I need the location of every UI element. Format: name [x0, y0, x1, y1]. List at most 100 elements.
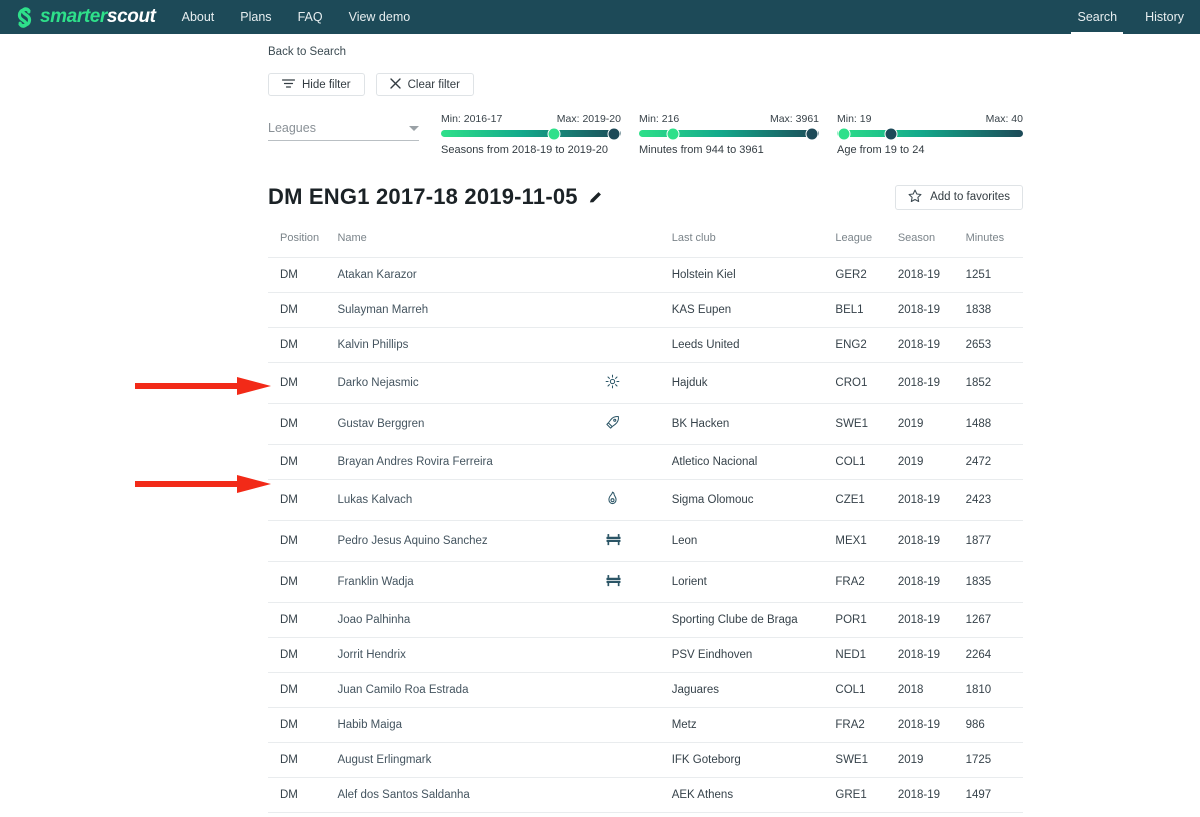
minutes-slider-lower-handle[interactable]: [666, 127, 680, 140]
cell-player-name[interactable]: Lukas Kalvach: [337, 479, 605, 521]
table-row[interactable]: DM Darko Nejasmic Hajduk CRO1 2018-19 1852: [268, 362, 1023, 404]
cell-player-name[interactable]: Brayan Andres Rovira Ferreira: [337, 444, 605, 480]
players-table: Position Name Last club League Season Mi…: [268, 232, 1023, 817]
cell-league: FRA2: [835, 561, 898, 603]
minutes-slider-track[interactable]: [639, 127, 819, 140]
add-to-favorites-button[interactable]: Add to favorites: [895, 184, 1023, 210]
cell-last-club: BK Hacken: [671, 403, 836, 445]
cell-league: NED1: [835, 637, 898, 673]
cell-minutes: 2423: [965, 479, 1023, 521]
cell-player-name[interactable]: Pablo Paulino Rosario: [337, 812, 605, 817]
cell-status-icon: [604, 292, 672, 328]
clear-filter-button[interactable]: Clear filter: [375, 73, 474, 96]
cell-season: 2018: [897, 672, 966, 708]
cell-season: 2018-19: [897, 637, 966, 673]
nav-item-history[interactable]: History: [1145, 0, 1184, 34]
column-header-minutes[interactable]: Minutes: [965, 232, 1023, 258]
nav-item-plans[interactable]: Plans: [240, 10, 271, 24]
players-table-head: Position Name Last club League Season Mi…: [268, 232, 1023, 258]
table-row[interactable]: DM Brayan Andres Rovira Ferreira Atletico …: [268, 444, 1023, 480]
cell-minutes: 1810: [965, 672, 1023, 708]
cell-player-name[interactable]: Pedro Jesus Aquino Sanchez: [337, 520, 605, 562]
brand-logo[interactable]: smarterscout: [12, 5, 156, 30]
minutes-slider-bounds: Min: 216 Max: 3961: [639, 113, 819, 125]
seasons-slider-upper-handle[interactable]: [607, 127, 621, 140]
cell-league: COL1: [835, 444, 898, 480]
cell-status-icon: [604, 257, 672, 293]
filter-lines-icon: [281, 78, 296, 92]
cell-player-name[interactable]: Atakan Karazor: [337, 257, 605, 293]
table-row[interactable]: DM Jorrit Hendrix PSV Eindhoven NED1 2018-19…: [268, 637, 1023, 673]
nav-item-search[interactable]: Search: [1071, 0, 1123, 34]
table-row[interactable]: DM Juan Camilo Roa Estrada Jaguares COL1 201…: [268, 672, 1023, 708]
cell-status-icon: [604, 479, 672, 521]
nav-item-view-demo[interactable]: View demo: [349, 10, 411, 24]
cell-minutes: 1488: [965, 403, 1023, 445]
column-header-name[interactable]: Name: [337, 232, 605, 258]
seasons-slider-lower-handle[interactable]: [547, 127, 561, 140]
column-header-last-club[interactable]: Last club: [671, 232, 836, 258]
cell-season: 2019: [897, 444, 966, 480]
cell-player-name[interactable]: Sulayman Marreh: [337, 292, 605, 328]
table-row[interactable]: DM August Erlingmark IFK Goteborg SWE1 2019 1…: [268, 742, 1023, 778]
column-header-season[interactable]: Season: [897, 232, 966, 258]
cell-season: 2019: [897, 742, 966, 778]
cell-season: 2018-19: [897, 812, 966, 817]
table-row[interactable]: DM Joao Palhinha Sporting Clube de Braga PO…: [268, 602, 1023, 638]
seasons-max-label: Max: 2019-20: [556, 113, 621, 125]
cell-status-icon: [604, 327, 672, 363]
table-row[interactable]: DM Lukas Kalvach Sigma Olomouc CZE1 2018-19 2…: [268, 479, 1023, 521]
cell-position: DM: [268, 637, 338, 673]
age-slider-upper-handle[interactable]: [884, 127, 898, 140]
cell-status-icon: [604, 742, 672, 778]
table-row[interactable]: DM Gustav Berggren BK Hacken SWE1 2019 1488: [268, 403, 1023, 445]
edit-pencil-icon[interactable]: [588, 190, 603, 205]
hide-filter-button[interactable]: Hide filter: [268, 73, 365, 96]
table-row[interactable]: DM Pedro Jesus Aquino Sanchez Leon MEX1 2018…: [268, 520, 1023, 562]
leagues-select[interactable]: Leagues: [268, 121, 419, 141]
table-row[interactable]: DMPablo Paulino Rosario PSV EindhovenNED1…: [268, 812, 1023, 817]
back-to-search-link[interactable]: Back to Search: [268, 46, 1023, 58]
column-header-position[interactable]: Position: [268, 232, 338, 258]
cell-player-name[interactable]: August Erlingmark: [337, 742, 605, 778]
age-slider-caption: Age from 19 to 24: [837, 144, 925, 156]
cell-league: BEL1: [835, 292, 898, 328]
table-row[interactable]: DM Atakan Karazor Holstein Kiel GER2 2018-19…: [268, 257, 1023, 293]
table-row[interactable]: DM Alef dos Santos Saldanha AEK Athens GRE1…: [268, 777, 1023, 813]
annotation-arrow: [133, 375, 273, 397]
cell-season: 2018-19: [897, 561, 966, 603]
table-row[interactable]: DM Kalvin Phillips Leeds United ENG2 2018-19…: [268, 327, 1023, 363]
cell-player-name[interactable]: Joao Palhinha: [337, 602, 605, 638]
table-row[interactable]: DM Habib Maiga Metz FRA2 2018-19 986: [268, 707, 1023, 743]
cell-player-name[interactable]: Gustav Berggren: [337, 403, 605, 445]
minutes-slider-caption: Minutes from 944 to 3961: [639, 144, 764, 156]
filter-controls-row: Leagues Min: 2016-17 Max: 2019-20 Season…: [268, 113, 1023, 156]
age-slider-lower-handle[interactable]: [837, 127, 851, 140]
cell-status-icon: [604, 637, 672, 673]
cell-league: SWE1: [835, 403, 898, 445]
cell-player-name[interactable]: Alef dos Santos Saldanha: [337, 777, 605, 813]
cell-player-name[interactable]: Jorrit Hendrix: [337, 637, 605, 673]
cell-league: CZE1: [835, 479, 898, 521]
cell-position: DM: [268, 327, 338, 363]
cell-player-name[interactable]: Habib Maiga: [337, 707, 605, 743]
nav-item-about[interactable]: About: [182, 10, 215, 24]
cell-position: DM: [268, 257, 338, 293]
cell-player-name[interactable]: Kalvin Phillips: [337, 327, 605, 363]
cell-status-icon: [604, 707, 672, 743]
table-row[interactable]: DM Franklin Wadja Lorient FRA2 2018-19 1835: [268, 561, 1023, 603]
minutes-min-label: Min: 216: [639, 113, 680, 125]
seasons-slider-track[interactable]: [441, 127, 621, 140]
nav-item-faq[interactable]: FAQ: [298, 10, 323, 24]
minutes-slider-upper-handle[interactable]: [805, 127, 819, 140]
table-row[interactable]: DM Sulayman Marreh KAS Eupen BEL1 2018-19 183…: [268, 292, 1023, 328]
cell-last-club: PSV Eindhoven: [671, 637, 836, 673]
column-header-league[interactable]: League: [835, 232, 898, 258]
cell-player-name[interactable]: Darko Nejasmic: [337, 362, 605, 404]
cell-minutes: 1852: [965, 362, 1023, 404]
age-min-label: Min: 19: [837, 113, 872, 125]
cell-position: DM: [268, 444, 338, 480]
age-slider-track[interactable]: [837, 127, 1023, 140]
cell-player-name[interactable]: Juan Camilo Roa Estrada: [337, 672, 605, 708]
cell-player-name[interactable]: Franklin Wadja: [337, 561, 605, 603]
